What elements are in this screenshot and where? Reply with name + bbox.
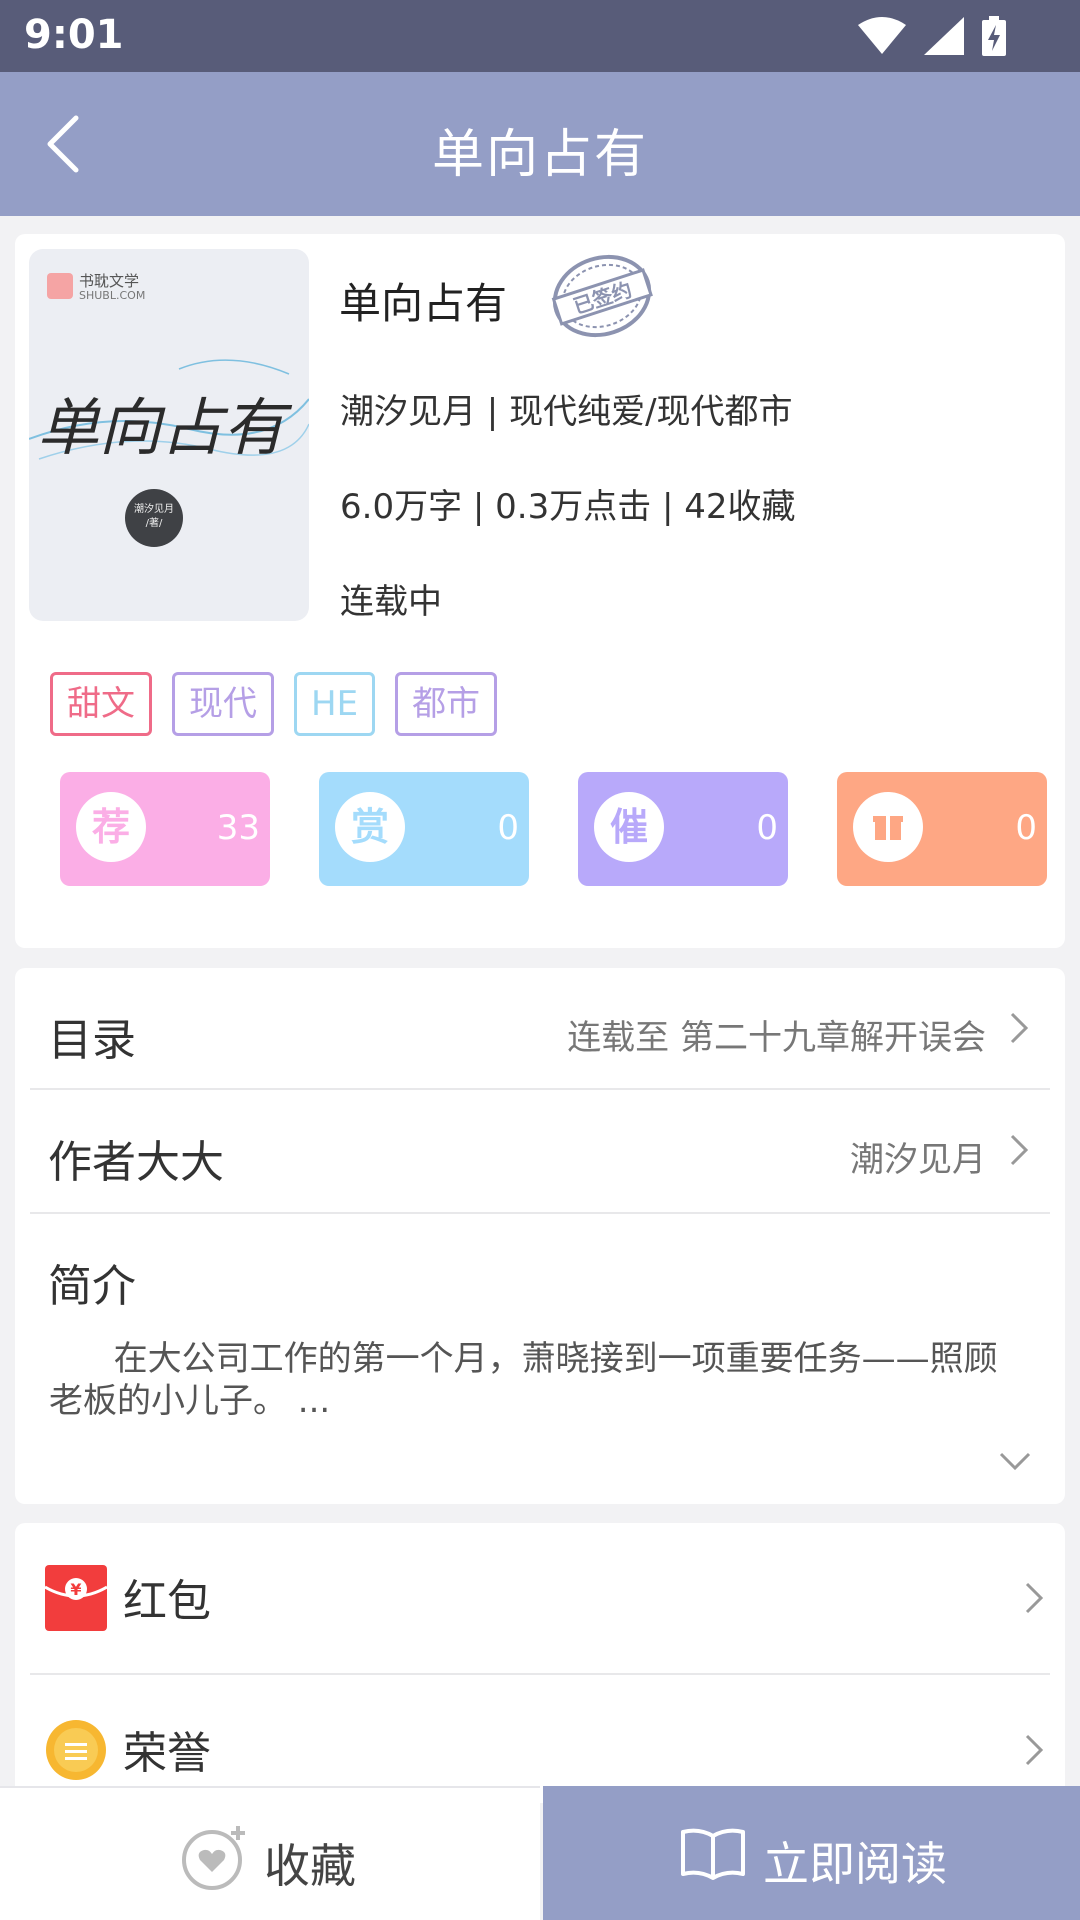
urge-button[interactable]: 催 0 — [578, 772, 788, 886]
chevron-right-icon — [1025, 1582, 1044, 1614]
book-status: 连载中 — [340, 582, 442, 622]
action-stats: 荐 33 赏 0 催 0 0 — [45, 772, 1047, 886]
book-summary-card: 书耽文学 SHUBL.COM 单向占有 潮汐见月 /著/ 单向占有 已签约 潮汐… — [15, 234, 1065, 948]
brand-logo-icon — [47, 273, 73, 299]
tag-item[interactable]: 都市 — [395, 672, 498, 736]
chevron-down-icon[interactable] — [995, 1448, 1035, 1474]
cover-author-badge: 潮汐见月 /著/ — [125, 489, 183, 547]
status-time: 9:01 — [24, 12, 124, 58]
intro-text: 在大公司工作的第一个月，萧晓接到一项重要任务——照顾老板的小儿子。 ... — [49, 1339, 998, 1421]
recommend-icon: 荐 — [76, 792, 146, 862]
tag-item[interactable]: HE — [294, 672, 376, 736]
honor-row[interactable]: 荣誉 — [15, 1675, 1065, 1803]
signed-stamp-icon: 已签约 — [551, 254, 653, 338]
header-bar: 单向占有 — [0, 72, 1080, 216]
chevron-right-icon — [1010, 1012, 1029, 1044]
intro-label: 简介 — [48, 1261, 136, 1312]
battery-charging-icon — [982, 16, 1006, 56]
author-row[interactable]: 作者大大 潮汐见月 — [30, 1090, 1050, 1212]
cover-title-art: 单向占有 — [37, 391, 293, 464]
catalog-label: 目录 — [48, 1015, 136, 1066]
catalog-latest-chapter: 连载至 第二十九章解开误会 — [567, 1018, 986, 1058]
red-packet-label: 红包 — [123, 1576, 211, 1627]
status-icons — [858, 16, 1006, 56]
page-title: 单向占有 — [431, 125, 648, 185]
read-now-label: 立即阅读 — [763, 1837, 947, 1891]
book-cover[interactable]: 书耽文学 SHUBL.COM 单向占有 潮汐见月 /著/ — [29, 249, 309, 621]
tag-item[interactable]: 现代 — [172, 672, 274, 736]
wifi-icon — [858, 17, 906, 54]
gift-count: 0 — [1015, 808, 1037, 848]
open-book-icon — [681, 1828, 745, 1880]
red-packet-icon: ¥ — [45, 1565, 107, 1631]
chevron-right-icon — [1010, 1134, 1029, 1166]
book-author-category: 潮汐见月 | 现代纯爱/现代都市 — [340, 392, 793, 432]
urge-count: 0 — [756, 808, 778, 848]
cover-brand: 书耽文学 SHUBL.COM — [47, 273, 145, 302]
author-name: 潮汐见月 — [850, 1140, 986, 1180]
cover-brand-name: 书耽文学 — [79, 272, 140, 290]
intro-header: 简介 — [30, 1214, 1050, 1314]
red-packet-row[interactable]: ¥ 红包 — [15, 1523, 1065, 1673]
recommend-count: 33 — [216, 808, 260, 848]
cover-brand-url: SHUBL.COM — [79, 289, 146, 302]
cover-author-suffix: /著/ — [145, 518, 163, 529]
chevron-right-icon — [1025, 1734, 1044, 1766]
recommend-button[interactable]: 荐 33 — [60, 772, 270, 886]
favorite-button[interactable]: 收藏 — [0, 1786, 540, 1920]
book-stats: 6.0万字 | 0.3万点击 | 42收藏 — [340, 487, 796, 527]
honor-label: 荣誉 — [123, 1728, 211, 1779]
medal-icon — [46, 1720, 106, 1780]
extras-card: ¥ 红包 荣誉 — [15, 1523, 1065, 1803]
tag-item[interactable]: 甜文 — [50, 672, 152, 736]
reward-icon: 赏 — [335, 792, 405, 862]
svg-text:¥: ¥ — [70, 1580, 81, 1599]
urge-icon: 催 — [594, 792, 664, 862]
cover-author-name: 潮汐见月 — [134, 504, 174, 515]
reward-count: 0 — [497, 808, 519, 848]
reward-button[interactable]: 赏 0 — [319, 772, 529, 886]
tag-list: 甜文 现代 HE 都市 — [50, 672, 498, 736]
bottom-action-bar: 收藏 立即阅读 — [0, 1786, 1080, 1920]
read-now-button[interactable]: 立即阅读 — [543, 1786, 1080, 1920]
gift-button[interactable]: 0 — [837, 772, 1047, 886]
catalog-row[interactable]: 目录 连载至 第二十九章解开误会 — [30, 968, 1050, 1088]
signal-icon — [924, 17, 964, 55]
book-info-card: 目录 连载至 第二十九章解开误会 作者大大 潮汐见月 简介 在大公司工作的第一个… — [15, 968, 1065, 1504]
heart-add-icon — [182, 1826, 245, 1890]
status-bar: 9:01 — [0, 0, 1080, 72]
book-title: 单向占有 — [339, 279, 508, 328]
gift-box-icon — [853, 792, 923, 862]
favorite-label: 收藏 — [264, 1839, 356, 1893]
author-label: 作者大大 — [48, 1137, 224, 1188]
